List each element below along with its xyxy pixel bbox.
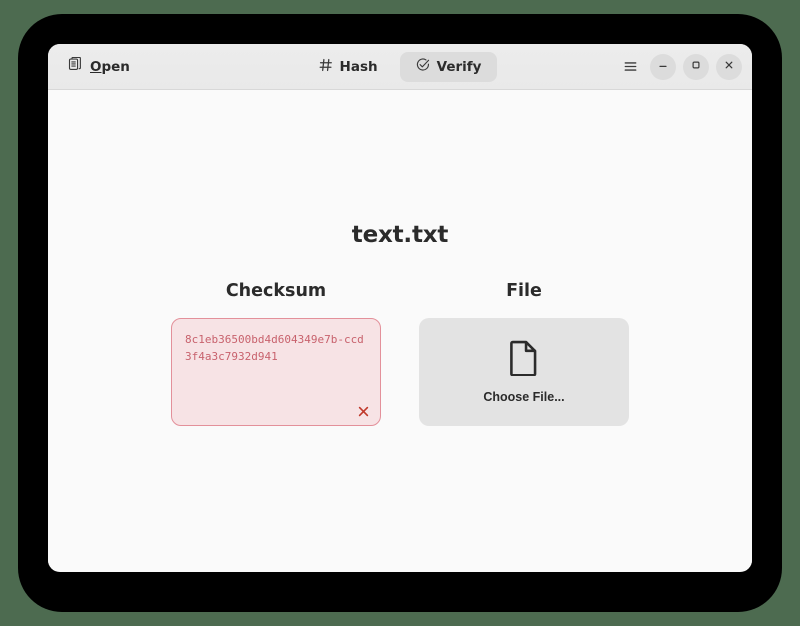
open-button[interactable]: Open: [58, 52, 140, 81]
file-heading: File: [506, 281, 542, 301]
checksum-panel: Checksum 8c1eb36500bd4d604349e7b-ccd3f4a…: [171, 281, 381, 426]
checksum-input[interactable]: 8c1eb36500bd4d604349e7b-ccd3f4a3c7932d94…: [171, 318, 381, 426]
tab-hash-label: Hash: [339, 58, 378, 75]
maximize-button[interactable]: [683, 53, 709, 80]
tab-hash[interactable]: Hash: [303, 52, 394, 82]
tab-verify-label: Verify: [436, 58, 482, 75]
maximize-icon: [690, 59, 702, 74]
application-window: Open Hash Verify text.txt Checksum 8c1eb…: [48, 44, 752, 572]
mode-switcher: Hash Verify: [303, 51, 498, 82]
close-button[interactable]: [716, 53, 742, 80]
minimize-button[interactable]: [650, 53, 676, 80]
page-title: text.txt: [351, 222, 449, 248]
choose-file-button[interactable]: Choose File...: [419, 318, 629, 426]
tab-verify[interactable]: Verify: [399, 51, 498, 82]
panels-row: Checksum 8c1eb36500bd4d604349e7b-ccd3f4a…: [171, 281, 629, 426]
headerbar-left-group: Open: [58, 52, 140, 81]
open-button-label: Open: [90, 59, 130, 75]
content-area: text.txt Checksum 8c1eb36500bd4d604349e7…: [48, 90, 752, 571]
open-button-label-rest: pen: [101, 58, 130, 75]
hamburger-menu-icon[interactable]: [617, 54, 643, 80]
minimize-icon: [657, 59, 669, 74]
open-button-mnemonic: O: [90, 58, 102, 75]
check-circle-icon: [416, 57, 430, 76]
headerbar-right-group: [617, 53, 742, 80]
hash-icon: [319, 58, 333, 76]
headerbar: Open Hash Verify: [48, 44, 752, 90]
document-page-icon: [508, 340, 540, 379]
file-panel: File Choose File...: [419, 281, 629, 426]
error-cross-icon[interactable]: [355, 403, 371, 419]
choose-file-label: Choose File...: [483, 390, 565, 404]
close-icon: [723, 59, 735, 74]
checksum-heading: Checksum: [225, 281, 327, 301]
document-copy-icon: [68, 56, 83, 76]
checksum-value[interactable]: 8c1eb36500bd4d604349e7b-ccd3f4a3c7932d94…: [185, 331, 367, 365]
